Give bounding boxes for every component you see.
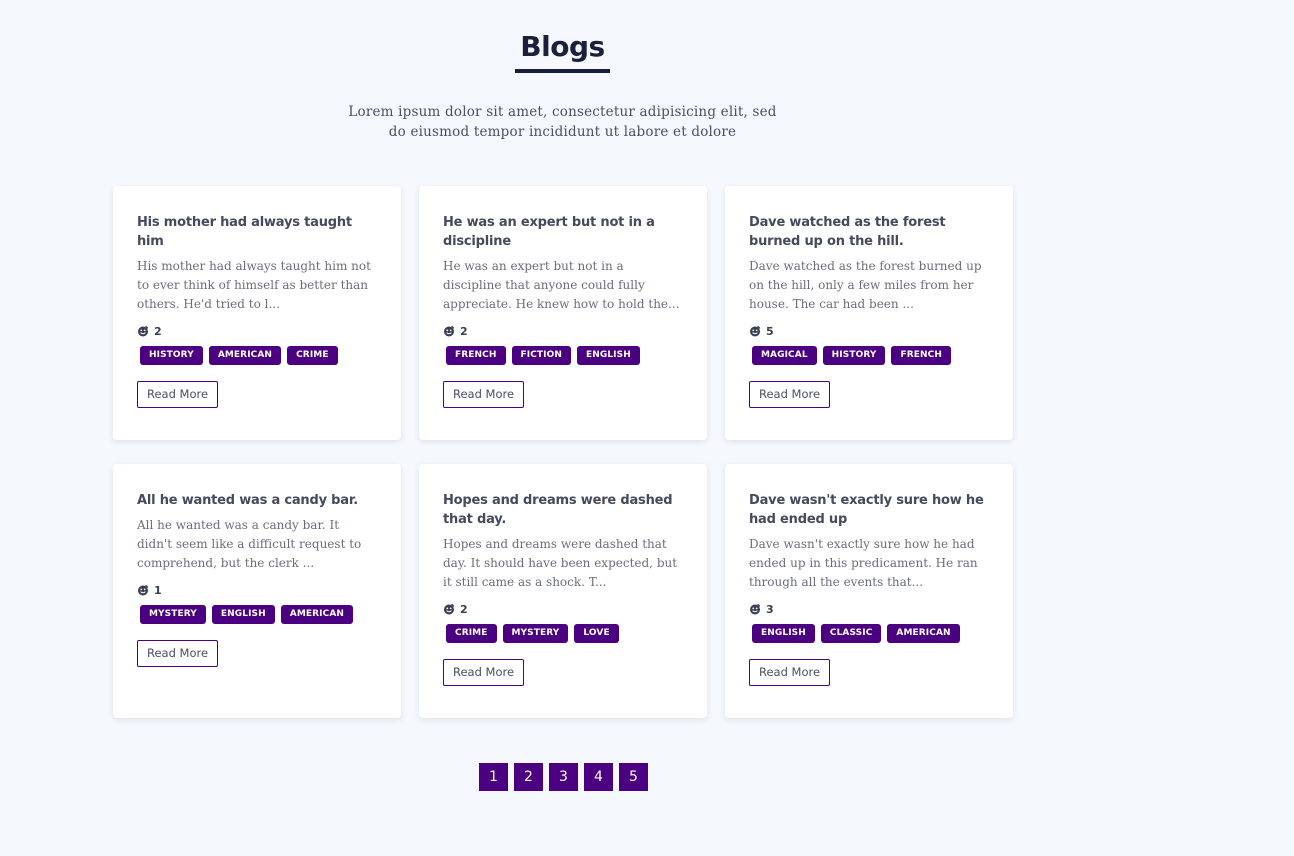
likes-counter: 3 — [749, 600, 989, 618]
likes-count: 2 — [460, 602, 468, 616]
page-button-5[interactable]: 5 — [619, 763, 648, 791]
page-button-3[interactable]: 3 — [549, 763, 578, 791]
likes-counter: 1 — [137, 581, 377, 599]
pagination: 12345 — [479, 763, 648, 791]
likes-count: 5 — [766, 324, 774, 338]
blog-card-excerpt: Dave watched as the forest burned up on … — [749, 259, 982, 311]
tag-badge[interactable]: AMERICAN — [887, 624, 960, 643]
page-title: Blogs — [515, 30, 610, 73]
tag-badge[interactable]: AMERICAN — [208, 346, 282, 365]
like-icon — [137, 325, 149, 337]
like-icon — [137, 584, 149, 596]
likes-counter: 2 — [137, 322, 377, 340]
tag-list: MAGICAL HISTORY FRENCH — [749, 346, 989, 365]
blogs-page: Blogs Lorem ipsum dolor sit amet, consec… — [0, 0, 1294, 856]
blog-card: Hopes and dreams were dashed that day. Ho… — [419, 464, 707, 718]
tag-badge[interactable]: FRENCH — [891, 346, 951, 365]
page-button-4[interactable]: 4 — [584, 763, 613, 791]
read-more-button[interactable]: Read More — [749, 659, 831, 686]
tag-badge[interactable]: AMERICAN — [280, 605, 354, 624]
blog-card-title: He was an expert but not in a discipline — [443, 215, 655, 249]
tag-badge[interactable]: LOVE — [574, 624, 619, 643]
blog-card-title: Dave wasn't exactly sure how he had ende… — [749, 493, 984, 527]
like-icon — [443, 603, 455, 615]
tag-badge[interactable]: FICTION — [511, 346, 571, 365]
blog-card: His mother had always taught him His moth… — [113, 186, 401, 440]
blog-card-excerpt: Dave wasn't exactly sure how he had ende… — [749, 537, 978, 589]
read-more-button[interactable]: Read More — [137, 640, 219, 667]
tag-list: HISTORY AMERICAN CRIME — [137, 346, 377, 365]
read-more-button[interactable]: Read More — [137, 381, 219, 408]
likes-count: 2 — [460, 324, 468, 338]
like-icon — [749, 603, 761, 615]
likes-count: 1 — [154, 583, 162, 597]
likes-count: 2 — [154, 324, 162, 338]
blog-card-excerpt: His mother had always taught him not to … — [137, 259, 371, 311]
blog-card-excerpt: Hopes and dreams were dashed that day. I… — [443, 537, 678, 589]
tag-badge[interactable]: FRENCH — [446, 346, 506, 365]
read-more-button[interactable]: Read More — [749, 381, 831, 408]
blog-card: Dave wasn't exactly sure how he had ende… — [725, 464, 1013, 718]
tag-list: MYSTERY ENGLISH AMERICAN — [137, 605, 377, 624]
tag-badge[interactable]: HISTORY — [822, 346, 886, 365]
blog-card: All he wanted was a candy bar. All he wan… — [113, 464, 401, 718]
tag-badge[interactable]: ENGLISH — [576, 346, 640, 365]
tag-badge[interactable]: MYSTERY — [140, 605, 206, 624]
tag-badge[interactable]: HISTORY — [140, 346, 203, 365]
read-more-button[interactable]: Read More — [443, 659, 525, 686]
likes-counter: 2 — [443, 322, 683, 340]
tag-badge[interactable]: CRIME — [287, 346, 338, 365]
blog-card: Dave watched as the forest burned up on … — [725, 186, 1013, 440]
read-more-button[interactable]: Read More — [443, 381, 525, 408]
blog-card-title: Dave watched as the forest burned up on … — [749, 215, 946, 249]
blog-card: He was an expert but not in a discipline… — [419, 186, 707, 440]
blog-card-excerpt: He was an expert but not in a discipline… — [443, 259, 680, 311]
likes-count: 3 — [766, 602, 774, 616]
section-header: Blogs — [0, 30, 1125, 73]
blog-card-title: Hopes and dreams were dashed that day. — [443, 493, 673, 527]
tag-badge[interactable]: CRIME — [446, 624, 497, 643]
tag-badge[interactable]: MAGICAL — [752, 346, 817, 365]
likes-counter: 5 — [749, 322, 989, 340]
tag-list: CRIME MYSTERY LOVE — [443, 624, 683, 643]
tag-badge[interactable]: ENGLISH — [752, 624, 815, 643]
likes-counter: 2 — [443, 600, 683, 618]
like-icon — [443, 325, 455, 337]
like-icon — [749, 325, 761, 337]
tag-list: ENGLISH CLASSIC AMERICAN — [749, 624, 989, 643]
page-button-1[interactable]: 1 — [479, 763, 508, 791]
tag-badge[interactable]: ENGLISH — [211, 605, 275, 624]
page-button-2[interactable]: 2 — [514, 763, 543, 791]
tag-badge[interactable]: MYSTERY — [502, 624, 569, 643]
blog-card-title: All he wanted was a candy bar. — [137, 493, 358, 508]
tag-badge[interactable]: CLASSIC — [820, 624, 882, 643]
blog-card-title: His mother had always taught him — [137, 215, 352, 249]
blog-grid: His mother had always taught him His moth… — [113, 186, 1013, 718]
page-subtitle: Lorem ipsum dolor sit amet, consectetur … — [348, 104, 777, 140]
tag-list: FRENCH FICTION ENGLISH — [443, 346, 683, 365]
blog-card-excerpt: All he wanted was a candy bar. It didn't… — [137, 518, 362, 570]
